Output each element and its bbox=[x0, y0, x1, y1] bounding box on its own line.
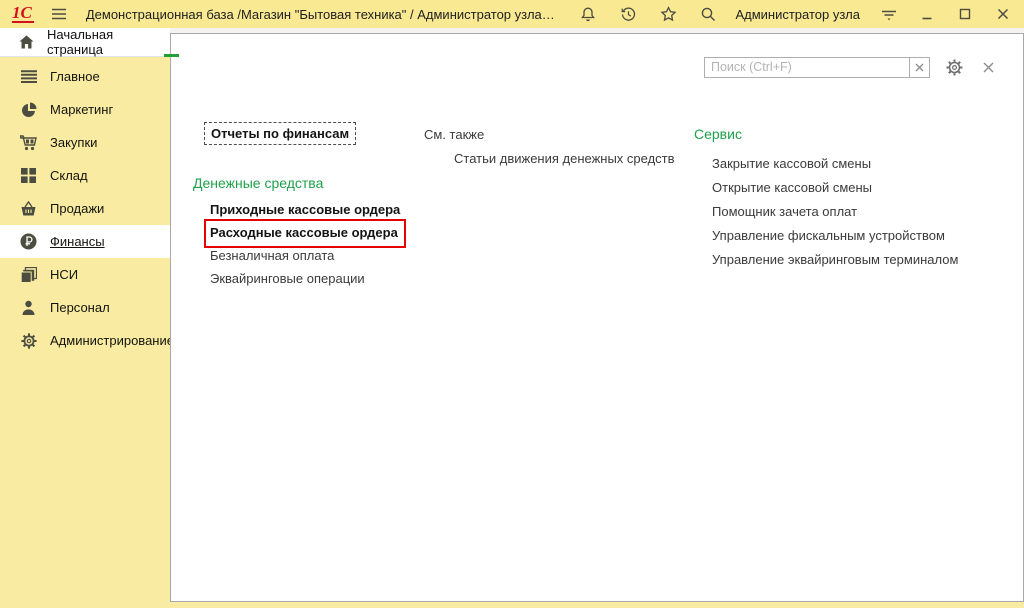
sidebar-item-marketing[interactable]: Маркетинг bbox=[0, 93, 170, 126]
main-menu-icon[interactable] bbox=[48, 3, 70, 25]
link-acquiring-terminal-management[interactable]: Управление эквайринговым терминалом bbox=[712, 252, 958, 267]
service-menu-icon[interactable] bbox=[878, 3, 900, 25]
pie-chart-icon bbox=[20, 101, 37, 118]
maximize-button[interactable] bbox=[954, 3, 976, 25]
link-incoming-cash-orders[interactable]: Приходные кассовые ордера bbox=[210, 202, 400, 217]
search-row bbox=[704, 56, 999, 78]
person-icon bbox=[20, 299, 37, 316]
grid-icon bbox=[20, 167, 37, 184]
sections-panel: Начальная страница Главное Маркетинг bbox=[0, 28, 170, 608]
ruble-icon bbox=[20, 233, 37, 250]
current-user[interactable]: Администратор узла bbox=[735, 7, 860, 22]
finance-section-menu: Отчеты по финансам См. также Статьи движ… bbox=[170, 33, 1024, 602]
sidebar-item-finansy[interactable]: Финансы bbox=[0, 225, 170, 258]
link-cash-flow-items[interactable]: Статьи движения денежных средств bbox=[454, 151, 675, 166]
minimize-button[interactable] bbox=[916, 3, 938, 25]
sidebar-item-zakupki[interactable]: Закупки bbox=[0, 126, 170, 159]
settings-gear-icon[interactable] bbox=[943, 56, 965, 78]
close-button[interactable] bbox=[992, 3, 1014, 25]
see-also-heading: См. также bbox=[424, 127, 484, 142]
link-open-cash-shift[interactable]: Открытие кассовой смены bbox=[712, 180, 872, 195]
window-title: Демонстрационная база /Магазин "Бытовая … bbox=[86, 7, 556, 22]
link-cashless-payment[interactable]: Безналичная оплата bbox=[210, 248, 334, 263]
link-fiscal-device-management[interactable]: Управление фискальным устройством bbox=[712, 228, 945, 243]
1c-logo: 1С bbox=[12, 5, 34, 23]
sidebar-item-label: Начальная страница bbox=[47, 27, 170, 57]
notifications-bell-icon[interactable] bbox=[577, 3, 599, 25]
finance-reports-button[interactable]: Отчеты по финансам bbox=[204, 122, 356, 145]
sidebar-item-personal[interactable]: Персонал bbox=[0, 291, 170, 324]
red-annotation-box: Расходные кассовые ордера bbox=[204, 219, 406, 248]
favorites-star-icon[interactable] bbox=[657, 3, 679, 25]
basket-icon bbox=[20, 200, 37, 217]
history-icon[interactable] bbox=[617, 3, 639, 25]
money-group-heading: Денежные средства bbox=[193, 175, 323, 191]
stack-icon bbox=[20, 266, 37, 283]
global-search-icon[interactable] bbox=[697, 3, 719, 25]
cart-icon bbox=[20, 134, 37, 151]
title-bar: 1С Демонстрационная база /Магазин "Бытов… bbox=[0, 0, 1024, 28]
link-close-cash-shift[interactable]: Закрытие кассовой смены bbox=[712, 156, 871, 171]
active-tab-indicator bbox=[164, 54, 179, 57]
home-icon bbox=[18, 34, 35, 51]
search-clear-icon[interactable] bbox=[909, 57, 930, 78]
sidebar-item-home[interactable]: Начальная страница bbox=[0, 28, 170, 57]
link-payment-offset-assistant[interactable]: Помощник зачета оплат bbox=[712, 204, 857, 219]
menu-lines-icon bbox=[20, 68, 37, 85]
gear-icon bbox=[20, 332, 37, 349]
service-group-heading: Сервис bbox=[694, 126, 742, 142]
sidebar-item-sklad[interactable]: Склад bbox=[0, 159, 170, 192]
search-input[interactable] bbox=[704, 57, 910, 78]
sidebar-item-glavnoe[interactable]: Главное bbox=[0, 60, 170, 93]
panel-close-icon[interactable] bbox=[977, 56, 999, 78]
sidebar-item-administrirovanie[interactable]: Администрирование bbox=[0, 324, 170, 357]
link-outgoing-cash-orders[interactable]: Расходные кассовые ордера bbox=[210, 225, 398, 240]
sidebar-item-prodazhi[interactable]: Продажи bbox=[0, 192, 170, 225]
link-acquiring-operations[interactable]: Эквайринговые операции bbox=[210, 271, 365, 286]
sidebar-item-nsi[interactable]: НСИ bbox=[0, 258, 170, 291]
content-area: Отчеты по финансам См. также Статьи движ… bbox=[170, 28, 1024, 608]
